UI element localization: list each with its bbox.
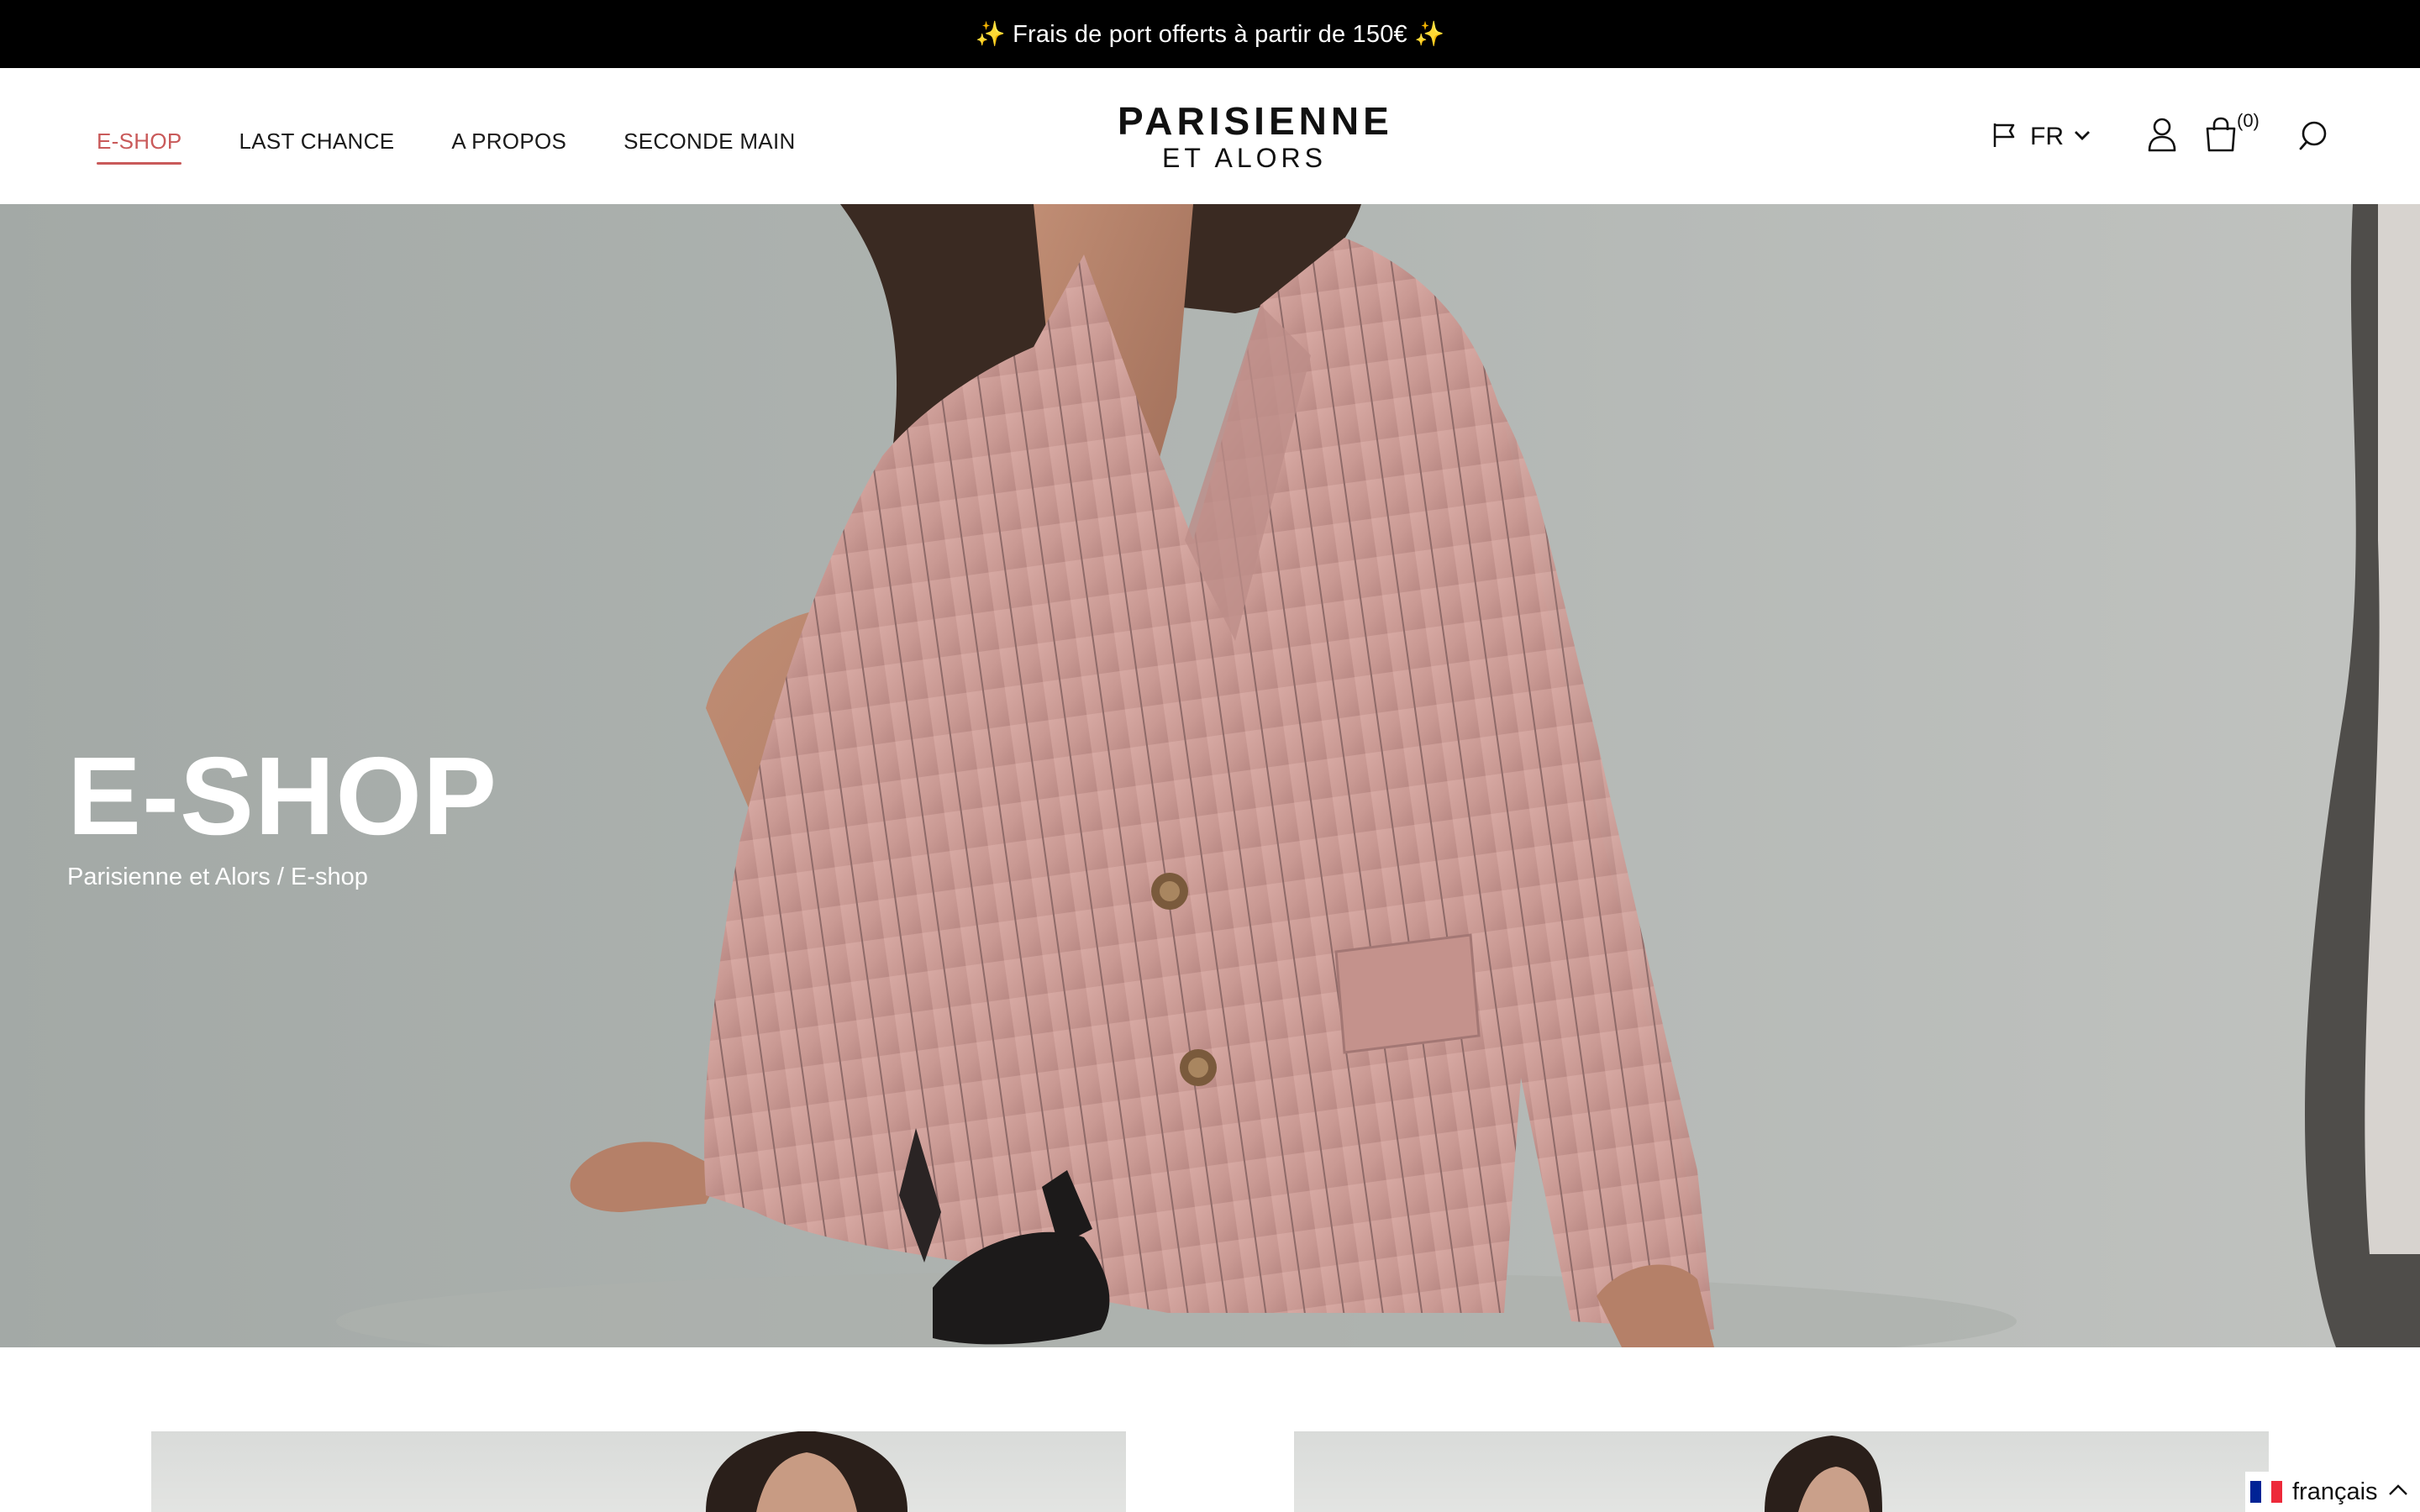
announcement-text: ✨ Frais de port offerts à partir de 150€… [975, 20, 1445, 48]
breadcrumb-separator: / [270, 864, 291, 890]
main-nav: E-SHOP LAST CHANCE A PROPOS SECONDE MAIN [97, 68, 853, 204]
nav-item-eshop[interactable]: E-SHOP [97, 129, 182, 165]
nav-item-a-propos[interactable]: A PROPOS [451, 129, 566, 155]
logo-line-1: PARISIENNE [1118, 99, 1393, 143]
language-code: FR [2030, 123, 2064, 150]
chevron-up-icon [2388, 1483, 2408, 1501]
cart-icon[interactable] [2205, 117, 2237, 156]
product-card[interactable] [151, 1431, 1126, 1512]
breadcrumb-home-link[interactable]: Parisienne et Alors [67, 864, 271, 890]
search-icon[interactable] [2297, 118, 2329, 156]
nav-item-seconde-main[interactable]: SECONDE MAIN [623, 129, 795, 155]
account-icon[interactable] [2147, 117, 2177, 156]
announcement-bar: ✨ Frais de port offerts à partir de 150€… [0, 0, 2420, 68]
breadcrumb-current: E-shop [290, 864, 368, 890]
french-flag-icon [2250, 1481, 2283, 1503]
chevron-down-icon [2074, 129, 2091, 145]
cart-count: (0) [2237, 110, 2260, 131]
language-widget-label: français [2292, 1478, 2378, 1505]
hero-banner: E-SHOP Parisienne et Alors / E-shop [0, 204, 2420, 1347]
logo-line-2: ET ALORS [1162, 143, 1327, 173]
product-image [706, 1431, 908, 1512]
site-header: E-SHOP LAST CHANCE A PROPOS SECONDE MAIN… [0, 68, 2420, 204]
breadcrumb: Parisienne et Alors / E-shop [67, 864, 368, 891]
language-widget[interactable]: français [2245, 1472, 2420, 1512]
site-logo[interactable]: PARISIENNE ET ALORS [1118, 99, 1393, 174]
product-image [1765, 1436, 1882, 1512]
language-selector[interactable]: FR [1991, 118, 2091, 155]
flag-icon [1991, 122, 2017, 153]
product-card[interactable] [1294, 1431, 2269, 1512]
nav-item-last-chance[interactable]: LAST CHANCE [239, 129, 394, 155]
hero-title: E-SHOP [67, 734, 498, 858]
